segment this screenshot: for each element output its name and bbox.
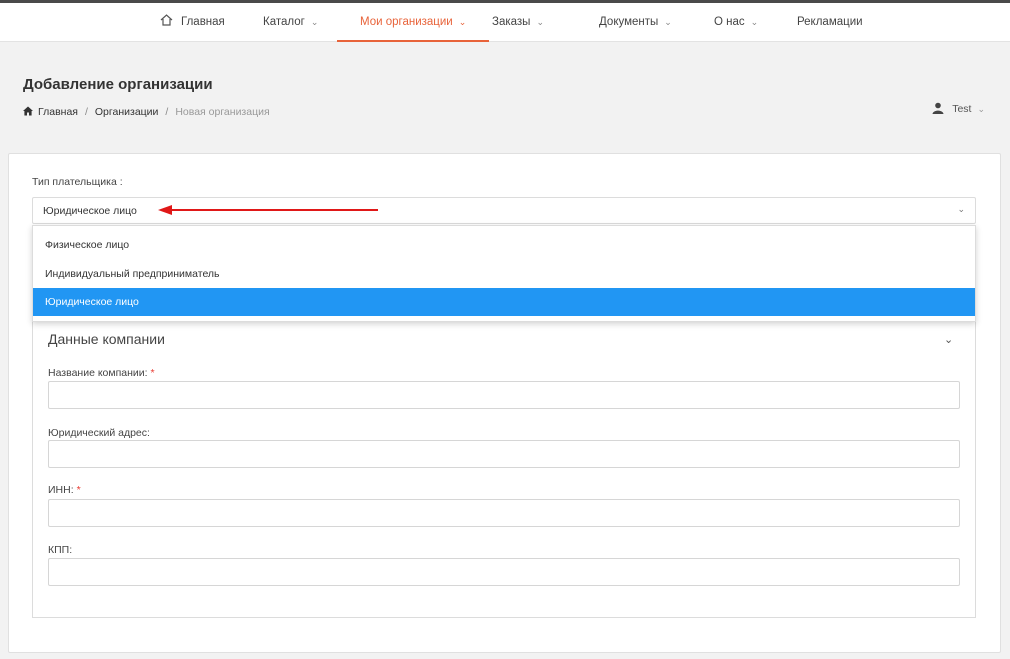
legal-address-label: Юридический адрес: <box>48 427 150 439</box>
nav-orders[interactable]: Заказы ⌄ <box>492 3 544 42</box>
breadcrumb: Главная / Организации / Новая организация <box>23 106 270 118</box>
option-sole-proprietor[interactable]: Индивидуальный предприниматель <box>33 260 975 288</box>
home-icon <box>23 106 33 116</box>
chevron-down-icon: ⌄ <box>977 104 985 114</box>
nav-about-label: О нас <box>714 16 745 28</box>
breadcrumb-separator: / <box>165 106 169 118</box>
user-name: Test <box>952 103 972 115</box>
required-marker: * <box>76 484 81 496</box>
required-marker: * <box>150 367 155 379</box>
breadcrumb-separator: / <box>84 106 88 118</box>
nav-claims-label: Рекламации <box>797 16 863 28</box>
home-icon <box>160 14 173 26</box>
inn-label: ИНН: * <box>48 484 81 496</box>
chevron-down-icon: ⌄ <box>536 17 544 27</box>
red-arrow-annotation <box>158 205 378 215</box>
page-title: Добавление организации <box>23 76 213 93</box>
payer-type-dropdown: Физическое лицо Индивидуальный предприни… <box>32 225 976 322</box>
breadcrumb-current: Новая организация <box>175 106 270 118</box>
nav-documents-label: Документы <box>599 16 659 28</box>
breadcrumb-organizations[interactable]: Организации <box>95 106 159 118</box>
nav-my-organizations[interactable]: Мои организации ⌄ <box>337 3 490 42</box>
chevron-down-icon: ⌄ <box>664 17 672 27</box>
nav-my-organizations-label: Мои организации <box>360 16 453 28</box>
nav-home-label: Главная <box>181 16 225 28</box>
chevron-down-icon: ⌄ <box>458 17 467 27</box>
payer-type-label: Тип плательщика : <box>32 176 123 188</box>
kpp-input[interactable] <box>48 558 960 586</box>
nav-documents[interactable]: Документы ⌄ <box>599 3 672 42</box>
chevron-down-icon: ⌄ <box>957 204 965 214</box>
option-legal-entity[interactable]: Юридическое лицо <box>33 288 975 316</box>
company-name-input[interactable] <box>48 381 960 409</box>
nav-claims[interactable]: Рекламации <box>797 3 863 42</box>
option-individual[interactable]: Физическое лицо <box>33 231 975 259</box>
chevron-down-icon[interactable]: ⌄ <box>944 333 953 346</box>
inn-label-text: ИНН: <box>48 484 74 496</box>
nav-home[interactable]: Главная <box>160 3 225 42</box>
chevron-down-icon: ⌄ <box>750 17 759 27</box>
nav-catalog-label: Каталог <box>263 16 305 28</box>
nav-catalog[interactable]: Каталог ⌄ <box>263 3 318 42</box>
user-icon <box>932 102 944 114</box>
kpp-label: КПП: <box>48 544 73 556</box>
nav-about[interactable]: О нас ⌄ <box>714 3 758 42</box>
company-section-title: Данные компании <box>48 331 165 347</box>
breadcrumb-home[interactable]: Главная <box>38 106 78 118</box>
user-menu[interactable]: Test ⌄ <box>932 102 985 115</box>
legal-address-input[interactable] <box>48 440 960 468</box>
chevron-down-icon: ⌄ <box>310 17 319 27</box>
inn-input[interactable] <box>48 499 960 527</box>
company-name-label: Название компании: * <box>48 367 155 379</box>
nav-orders-label: Заказы <box>492 16 531 28</box>
top-navigation: Главная Каталог ⌄ Мои организации ⌄ Заказы… <box>0 0 1010 42</box>
company-name-label-text: Название компании: <box>48 367 148 379</box>
payer-type-value: Юридическое лицо <box>43 205 137 217</box>
